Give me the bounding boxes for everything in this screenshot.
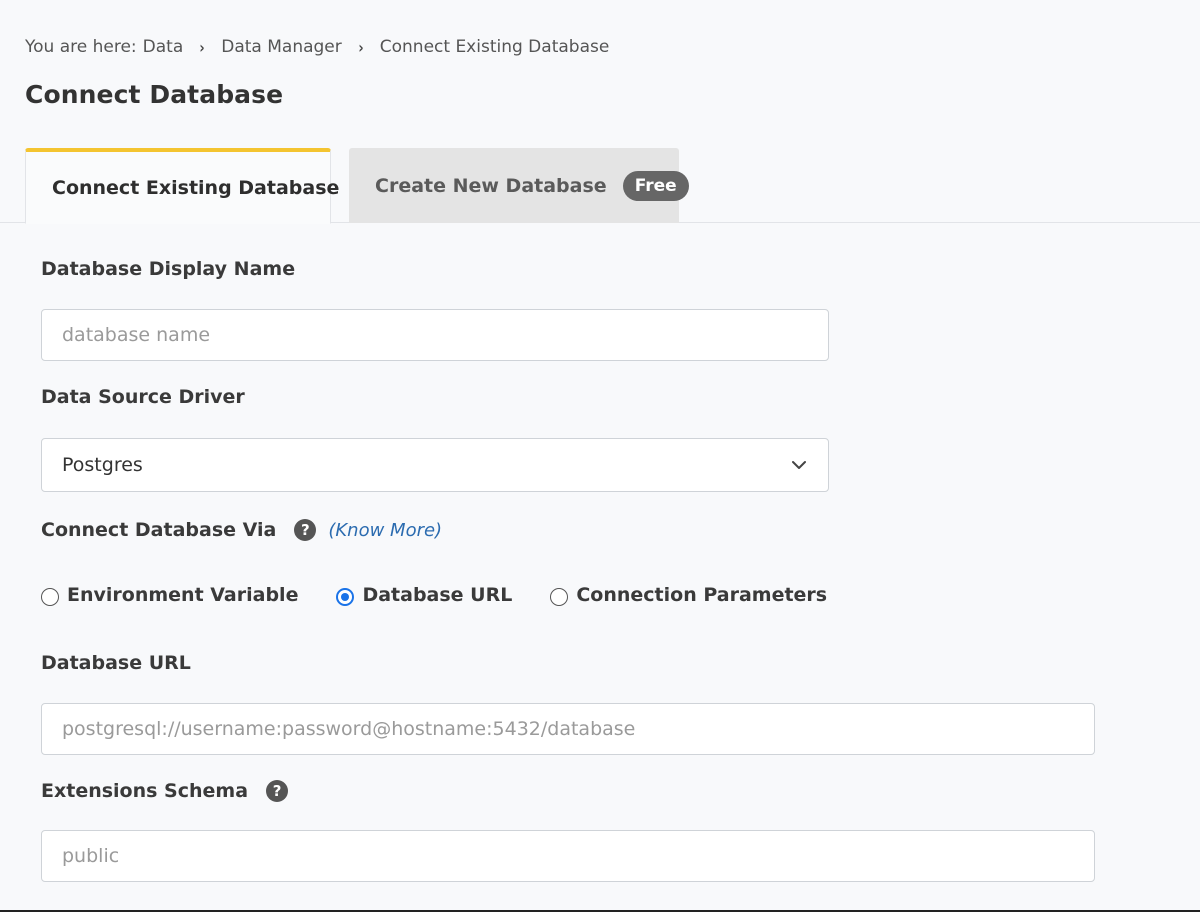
display-name-input[interactable] xyxy=(41,309,829,361)
display-name-label: Database Display Name xyxy=(41,258,296,280)
connect-via-row: Connect Database Via ? (Know More) xyxy=(41,519,442,541)
help-icon[interactable]: ? xyxy=(294,519,317,541)
breadcrumb-item-current: Connect Existing Database xyxy=(379,37,610,57)
driver-selected-value: Postgres xyxy=(62,454,143,476)
database-url-label: Database URL xyxy=(41,652,191,674)
driver-select[interactable]: Postgres xyxy=(41,438,829,492)
connect-database-page: You are here: Data › Data Manager › Conn… xyxy=(0,0,1200,912)
tab-connect-existing-database[interactable]: Connect Existing Database xyxy=(25,148,339,224)
know-more-link[interactable]: (Know More) xyxy=(328,520,442,541)
radio-label: Database URL xyxy=(362,584,513,606)
radio-label: Connection Parameters xyxy=(576,584,828,606)
free-badge: Free xyxy=(622,170,689,201)
help-icon[interactable]: ? xyxy=(266,780,289,802)
tab-bar: Connect Existing Database Create New Dat… xyxy=(0,148,1200,224)
tab-create-new-database[interactable]: Create New Database Free xyxy=(349,148,689,223)
extensions-schema-row: Extensions Schema ? xyxy=(41,780,289,802)
page-title: Connect Database xyxy=(25,80,284,109)
radio-button[interactable] xyxy=(550,588,569,606)
chevron-down-icon xyxy=(792,461,806,469)
chevron-right-icon: › xyxy=(358,37,364,57)
breadcrumb-item-data[interactable]: Data xyxy=(143,37,184,57)
extensions-schema-label: Extensions Schema xyxy=(41,780,249,802)
radio-button-checked[interactable] xyxy=(336,588,355,606)
radio-connection-parameters[interactable]: Connection Parameters xyxy=(550,584,827,606)
radio-button[interactable] xyxy=(41,588,59,606)
connect-via-radio-group: Environment Variable Database URL Connec… xyxy=(41,580,827,610)
driver-label: Data Source Driver xyxy=(41,386,245,408)
connect-via-label: Connect Database Via xyxy=(41,519,277,541)
chevron-right-icon: › xyxy=(199,37,205,57)
radio-label: Environment Variable xyxy=(67,584,299,606)
breadcrumb-prefix: You are here: xyxy=(25,37,137,57)
breadcrumb-item-data-manager[interactable]: Data Manager xyxy=(221,37,342,57)
extensions-schema-input[interactable] xyxy=(41,830,1095,882)
tab-label: Connect Existing Database xyxy=(52,176,340,199)
breadcrumb: You are here: Data › Data Manager › Conn… xyxy=(25,36,609,58)
radio-environment-variable[interactable]: Environment Variable xyxy=(41,584,298,606)
tab-label: Create New Database xyxy=(375,174,607,197)
database-url-input[interactable] xyxy=(41,703,1095,755)
radio-database-url[interactable]: Database URL xyxy=(336,584,512,606)
